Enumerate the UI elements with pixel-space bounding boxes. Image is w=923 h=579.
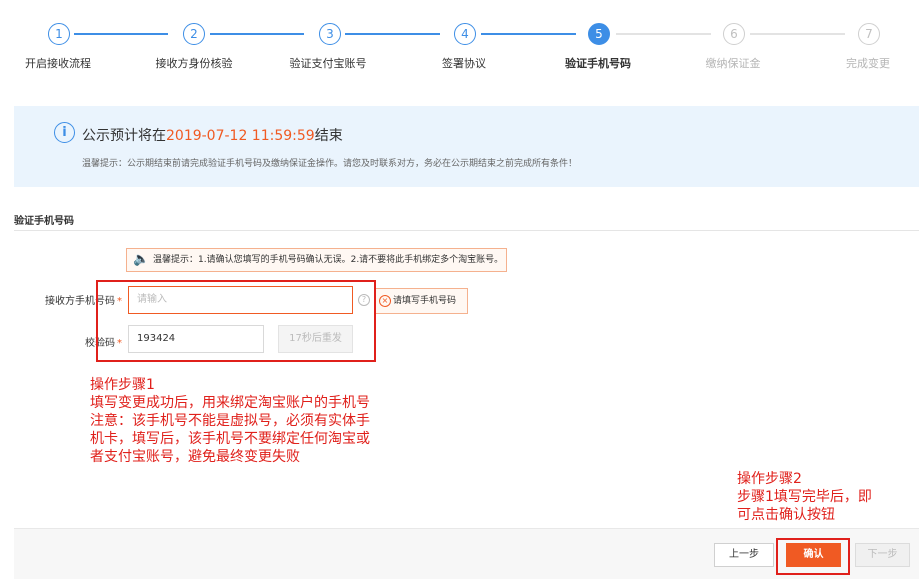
notice-panel xyxy=(14,106,919,187)
annotation-highlight-form xyxy=(96,280,376,362)
publicity-end-notice: 公示预计将在2019-07-12 11:59:59结束 xyxy=(82,125,343,145)
section-divider xyxy=(14,230,919,231)
step-connector xyxy=(210,33,304,35)
step-connector xyxy=(345,33,440,35)
annotation-step2-line: 可点击确认按钮 xyxy=(737,507,835,523)
annotation-step1-line: 注意：该手机号不能是虚拟号，必须有实体手 xyxy=(90,413,370,429)
step-connector xyxy=(750,33,845,35)
step-connector xyxy=(481,33,576,35)
annotation-step2: 操作步骤2 步骤1填写完毕后，即 可点击确认按钮 xyxy=(737,470,872,524)
step-6-circle: 6 xyxy=(723,23,745,45)
step-4-circle: 4 xyxy=(454,23,476,45)
annotation-step1-line: 机卡，填写后，该手机号不要绑定任何淘宝或 xyxy=(90,431,370,447)
step-7-circle: 7 xyxy=(858,23,880,45)
warm-tip-text: 温馨提示：1.请确认您填写的手机号码确认无误。2.请不要将此手机绑定多个淘宝账号… xyxy=(153,255,504,265)
annotation-step1-line: 填写变更成功后，用来绑定淘宝账户的手机号 xyxy=(90,395,370,411)
step-6-label: 缴纳保证金 xyxy=(705,57,761,70)
annotation-step1-line: 操作步骤1 xyxy=(90,377,155,393)
step-1-circle: 1 xyxy=(48,23,70,45)
step-5-circle: 5 xyxy=(588,23,610,45)
step-7-label: 完成变更 xyxy=(846,57,890,70)
section-title: 验证手机号码 xyxy=(14,216,74,227)
step-5-label: 验证手机号码 xyxy=(565,57,631,70)
notice-prefix: 公示预计将在 xyxy=(82,128,166,144)
step-3-circle: 3 xyxy=(319,23,341,45)
step-1-label: 开启接收流程 xyxy=(25,57,91,70)
error-icon: × xyxy=(379,295,391,307)
prev-step-button[interactable]: 上一步 xyxy=(714,543,774,567)
step-4-label: 签署协议 xyxy=(442,57,486,70)
phone-error-tip: × 请填写手机号码 xyxy=(374,288,468,314)
annotation-step1: 操作步骤1 填写变更成功后，用来绑定淘宝账户的手机号 注意：该手机号不能是虚拟号… xyxy=(90,376,370,466)
annotation-step1-line: 者支付宝账号，避免最终变更失败 xyxy=(90,449,300,465)
step-3-label: 验证支付宝账号 xyxy=(289,57,367,70)
info-icon: i xyxy=(54,122,75,143)
notice-hint: 温馨提示：公示期结束前请完成验证手机号码及缴纳保证金操作。请您及时联系对方，务必… xyxy=(82,159,578,169)
notice-suffix: 结束 xyxy=(314,128,343,144)
step-connector xyxy=(74,33,168,35)
step-2-circle: 2 xyxy=(183,23,205,45)
step-2-label: 接收方身份核验 xyxy=(155,57,233,70)
annotation-step2-line: 步骤1填写完毕后，即 xyxy=(737,489,872,505)
annotation-step2-line: 操作步骤2 xyxy=(737,471,802,487)
phone-error-text: 请填写手机号码 xyxy=(393,296,457,306)
next-step-button[interactable]: 下一步 xyxy=(855,543,910,567)
speaker-icon: 🔈 xyxy=(133,252,150,267)
notice-datetime: 2019-07-12 11:59:59 xyxy=(166,128,315,144)
step-connector xyxy=(616,33,711,35)
warm-tip: 🔈 温馨提示：1.请确认您填写的手机号码确认无误。2.请不要将此手机绑定多个淘宝… xyxy=(126,248,507,272)
annotation-highlight-confirm xyxy=(776,538,850,575)
